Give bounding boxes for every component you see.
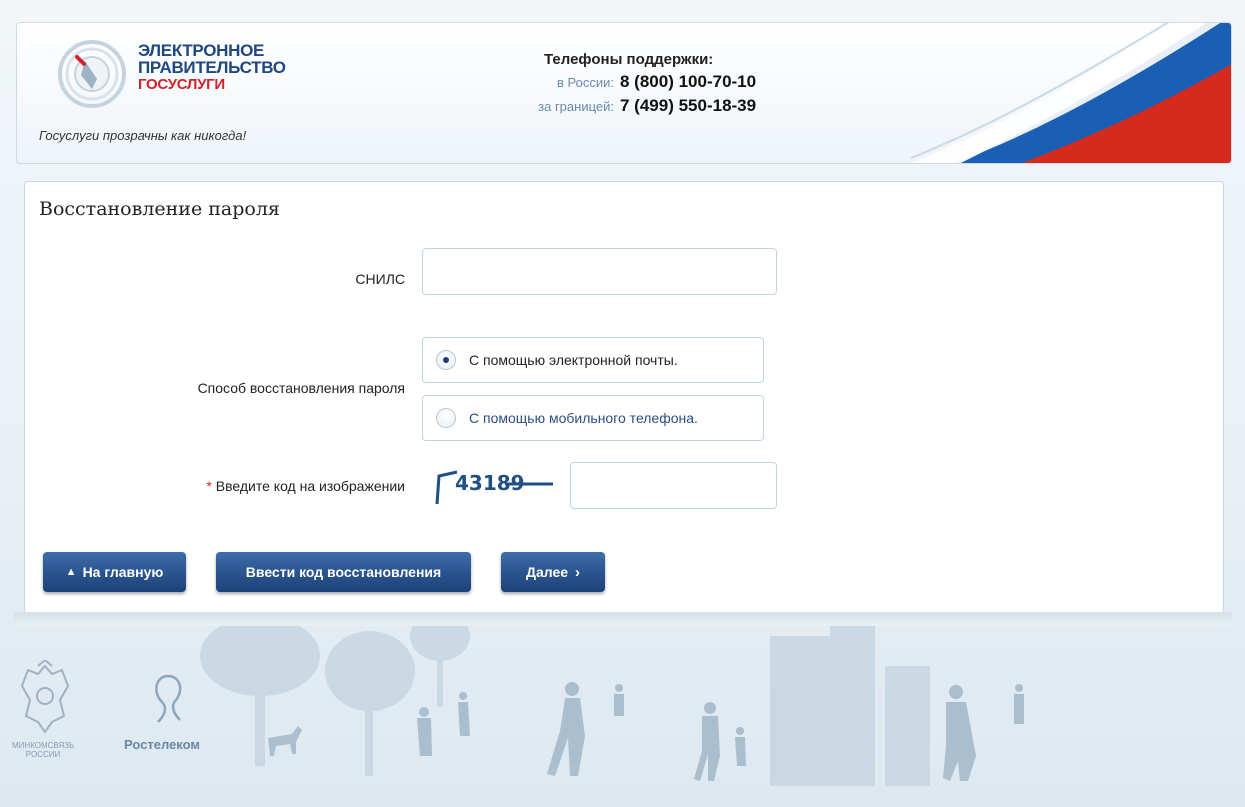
- page-title: Восстановление пароля: [39, 198, 280, 220]
- ministry-line-1: МИНКОМСВЯЗЬ: [12, 741, 75, 750]
- panel-shadow: [14, 612, 1232, 626]
- radio-label-email[interactable]: С помощью электронной почты.: [469, 352, 678, 368]
- phone-label: за границей:: [538, 99, 614, 114]
- site-header: ЭЛЕКТРОННОЕ ПРАВИТЕЛЬСТВО ГОСУСЛУГИ Госу…: [16, 22, 1232, 164]
- home-button[interactable]: ▲ На главную: [43, 552, 186, 592]
- russian-flag-ribbon-graphic: [911, 23, 1231, 163]
- radio-option-phone[interactable]: С помощью мобильного телефона.: [422, 395, 764, 441]
- gosuslugi-logo-icon: [58, 40, 126, 108]
- snils-label: СНИЛС: [355, 271, 405, 287]
- coat-of-arms-icon: [20, 660, 70, 734]
- page: ЭЛЕКТРОННОЕ ПРАВИТЕЛЬСТВО ГОСУСЛУГИ Госу…: [0, 0, 1245, 807]
- radio-button-checked[interactable]: [436, 350, 456, 370]
- phone-number: 7 (499) 550-18-39: [620, 96, 757, 115]
- phone-label: в России:: [557, 75, 614, 90]
- captcha-input[interactable]: [570, 462, 777, 509]
- logo-line-1: ЭЛЕКТРОННОЕ: [138, 41, 265, 60]
- tagline: Госуслуги прозрачны как никогда!: [39, 128, 247, 143]
- phone-row-abroad: за границей: 7 (499) 550-18-39: [487, 96, 807, 116]
- phone-number: 8 (800) 100-70-10: [620, 72, 757, 91]
- enter-code-button[interactable]: Ввести код восстановления: [216, 552, 471, 592]
- ministry-line-2: РОССИИ: [25, 750, 61, 759]
- captcha-label-text: Введите код на изображении: [215, 478, 405, 494]
- logo-line-2: ПРАВИТЕЛЬСТВО: [138, 58, 286, 77]
- required-mark: *: [206, 478, 212, 494]
- password-recovery-form: Восстановление пароля СНИЛС Способ восст…: [24, 181, 1224, 615]
- chevron-right-icon: ›: [575, 563, 581, 581]
- support-phones: Телефоны поддержки: в России: 8 (800) 10…: [487, 51, 807, 116]
- home-button-label[interactable]: На главную: [83, 564, 164, 580]
- enter-code-button-label[interactable]: Ввести код восстановления: [246, 564, 441, 580]
- home-icon: ▲: [65, 566, 77, 578]
- phone-row-russia: в России: 8 (800) 100-70-10: [487, 72, 807, 92]
- captcha-image: 43189: [435, 470, 553, 505]
- gosuslugi-logo-text: ЭЛЕКТРОННОЕ ПРАВИТЕЛЬСТВО ГОСУСЛУГИ: [138, 42, 286, 93]
- next-button-label[interactable]: Далее: [526, 564, 568, 580]
- ministry-logo-text: МИНКОМСВЯЗЬ РОССИИ: [12, 741, 74, 759]
- next-button[interactable]: Далее ›: [501, 552, 605, 592]
- rostelecom-logo-text: Ростелеком: [124, 737, 200, 752]
- recovery-method-label: Способ восстановления пароля: [197, 380, 405, 396]
- support-title: Телефоны поддержки:: [544, 51, 714, 68]
- radio-button-unchecked[interactable]: [436, 408, 456, 428]
- snils-input[interactable]: [422, 248, 777, 295]
- rostelecom-logo-icon: [155, 674, 182, 723]
- radio-label-phone[interactable]: С помощью мобильного телефона.: [469, 410, 698, 426]
- captcha-label: * Введите код на изображении: [85, 478, 405, 494]
- logo-line-3: ГОСУСЛУГИ: [138, 76, 225, 93]
- radio-option-email[interactable]: С помощью электронной почты.: [422, 337, 764, 383]
